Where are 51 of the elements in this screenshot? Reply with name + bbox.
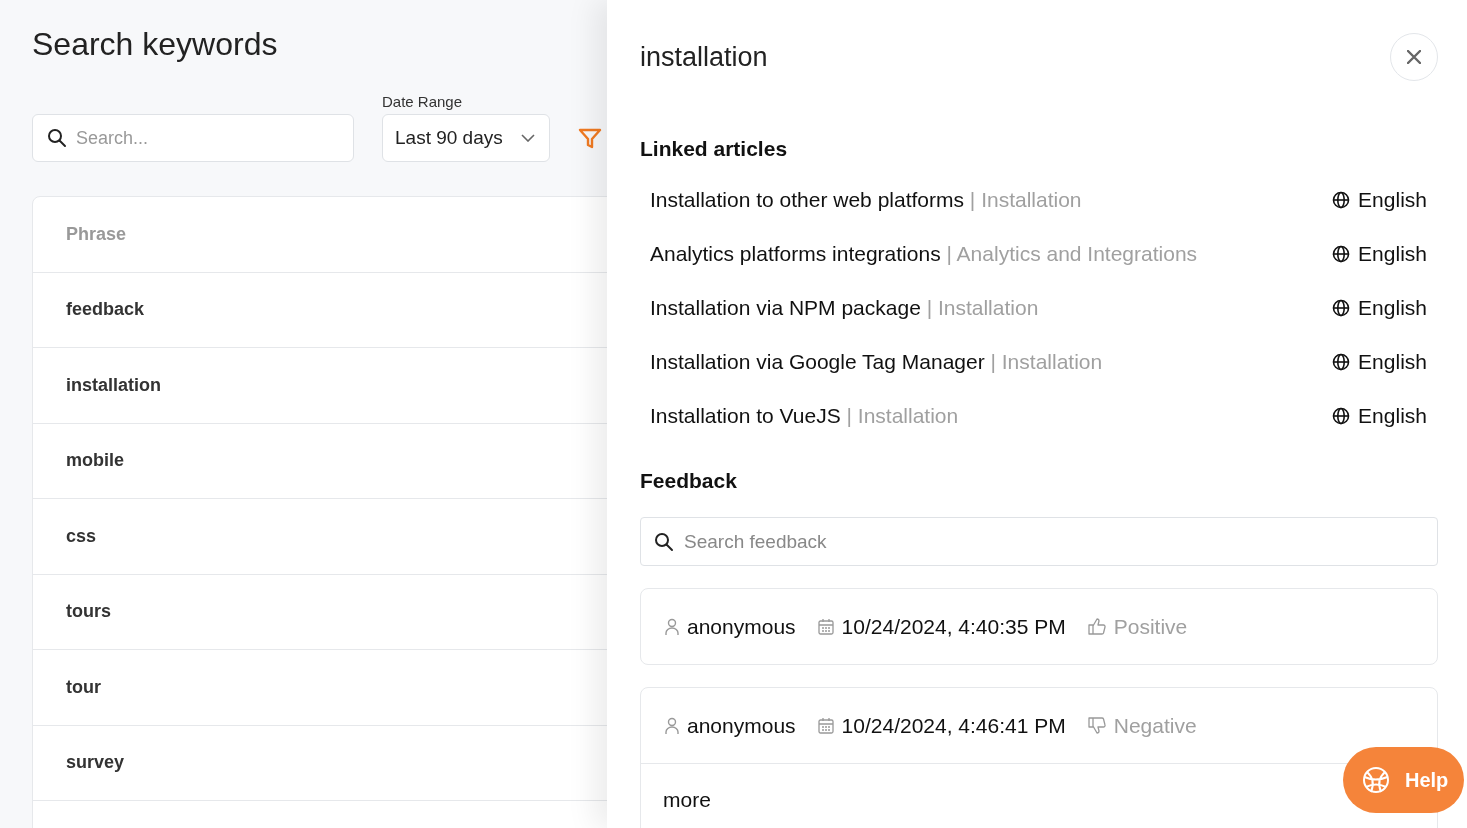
thumbs-down-icon xyxy=(1087,717,1106,734)
chevron-down-icon xyxy=(520,134,535,142)
user-name: anonymous xyxy=(687,614,796,639)
date-range-dropdown[interactable]: Last 90 days xyxy=(382,114,550,162)
globe-icon xyxy=(1332,191,1351,209)
rating-label: Positive xyxy=(1113,614,1188,639)
phrase-cell[interactable]: feedback xyxy=(66,299,145,321)
globe-icon xyxy=(1332,353,1351,371)
user-icon xyxy=(665,716,679,735)
phrase-cell[interactable]: survey xyxy=(66,752,125,774)
language-label: English xyxy=(1358,404,1427,428)
section-heading: Feedback xyxy=(640,469,738,493)
search-field[interactable]: Search... xyxy=(32,114,354,162)
rating-label: Negative xyxy=(1113,713,1197,738)
search-icon xyxy=(654,532,674,552)
user-icon xyxy=(665,617,679,636)
globe-icon xyxy=(1332,407,1351,425)
phrase-cell[interactable]: tours xyxy=(66,601,111,623)
globe-icon xyxy=(1332,299,1351,317)
user-name: anonymous xyxy=(687,713,796,738)
article-link[interactable]: Installation via NPM package | Installation xyxy=(650,296,1039,320)
search-icon xyxy=(47,128,67,148)
calendar-icon xyxy=(817,717,834,734)
language-label: English xyxy=(1358,350,1427,374)
phrase-cell[interactable]: tour xyxy=(66,676,101,698)
close-button[interactable] xyxy=(1390,33,1438,81)
drawer-title: installation xyxy=(640,41,768,73)
language-label: English xyxy=(1358,188,1427,212)
phrase-cell[interactable]: installation xyxy=(66,374,161,396)
globe-icon xyxy=(1361,765,1391,795)
column-header: Phrase xyxy=(66,223,127,245)
article-link[interactable]: Installation to other web platforms | Installation xyxy=(650,188,1082,212)
thumbs-up-icon xyxy=(1087,618,1106,635)
article-link[interactable]: Installation to VueJS | Installation xyxy=(650,404,959,428)
article-link[interactable]: Analytics platforms integrations | Analytics and Integrations xyxy=(650,242,1198,266)
section-heading: Linked articles xyxy=(640,137,789,161)
filter-icon[interactable] xyxy=(577,128,602,150)
page-title: Search keywords xyxy=(32,26,279,63)
phrase-cell[interactable]: css xyxy=(66,525,97,547)
feedback-comment: more xyxy=(663,788,711,811)
article-link[interactable]: Installation via Google Tag Manager | Installation xyxy=(650,350,1103,374)
language-label: English xyxy=(1358,296,1427,320)
close-icon xyxy=(1407,50,1421,64)
calendar-icon xyxy=(817,618,834,635)
language-label: English xyxy=(1358,242,1427,266)
feedback-date: 10/24/2024, 4:46:41 PM xyxy=(841,713,1066,738)
globe-icon xyxy=(1332,245,1351,263)
phrase-cell[interactable]: mobile xyxy=(66,450,124,472)
feedback-search-field[interactable]: Search feedback xyxy=(640,517,1438,566)
feedback-date: 10/24/2024, 4:40:35 PM xyxy=(841,614,1066,639)
date-range-label: Date Range xyxy=(382,93,464,110)
